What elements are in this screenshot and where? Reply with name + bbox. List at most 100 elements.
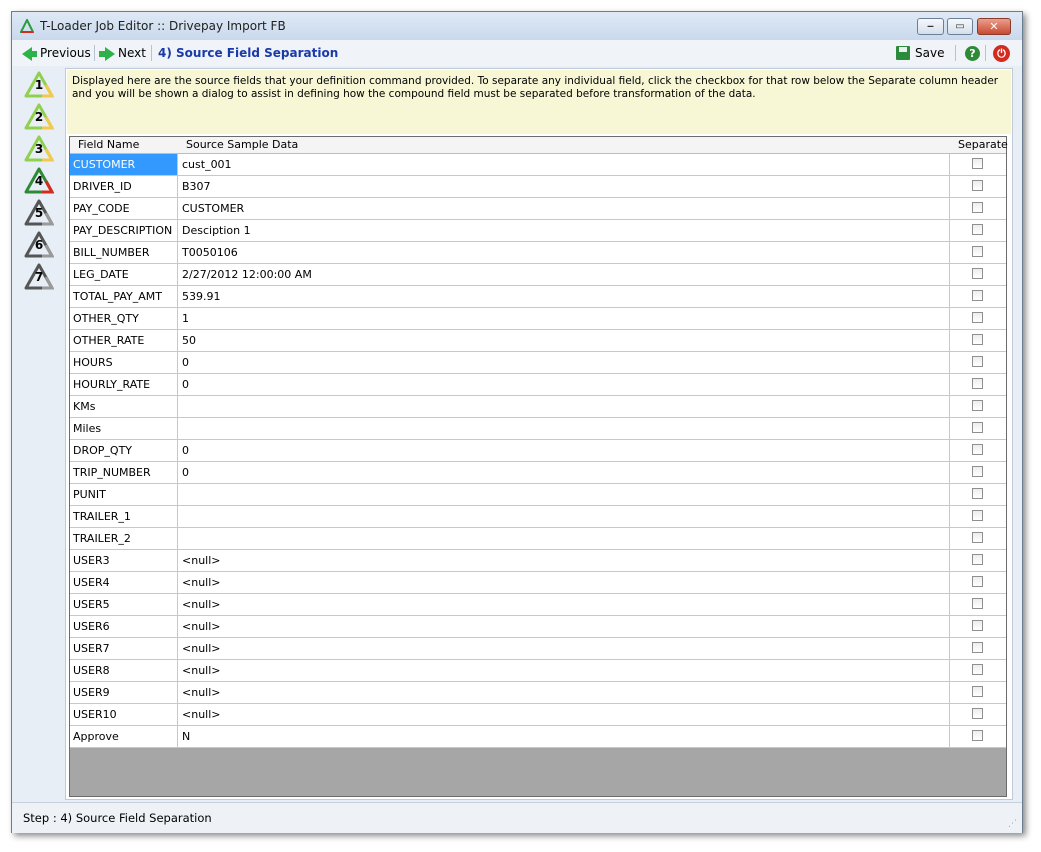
separate-checkbox[interactable] <box>972 312 983 323</box>
table-row[interactable]: USER4 <null> <box>70 572 1006 594</box>
sample-data-cell[interactable]: <null> <box>178 682 950 703</box>
field-name-cell[interactable]: PAY_DESCRIPTION <box>70 220 178 241</box>
save-button[interactable]: Save <box>915 45 944 61</box>
table-row[interactable]: LEG_DATE 2/27/2012 12:00:00 AM <box>70 264 1006 286</box>
table-row[interactable]: HOURLY_RATE 0 <box>70 374 1006 396</box>
field-name-cell[interactable]: BILL_NUMBER <box>70 242 178 263</box>
table-row[interactable]: USER3 <null> <box>70 550 1006 572</box>
sample-data-cell[interactable] <box>178 506 950 527</box>
field-name-cell[interactable]: TRAILER_1 <box>70 506 178 527</box>
field-name-cell[interactable]: USER8 <box>70 660 178 681</box>
separate-checkbox[interactable] <box>972 620 983 631</box>
sample-data-cell[interactable]: 0 <box>178 374 950 395</box>
field-name-cell[interactable]: TRAILER_2 <box>70 528 178 549</box>
separate-checkbox[interactable] <box>972 378 983 389</box>
field-name-cell[interactable]: OTHER_RATE <box>70 330 178 351</box>
sample-data-cell[interactable]: <null> <box>178 550 950 571</box>
field-name-cell[interactable]: USER10 <box>70 704 178 725</box>
field-name-cell[interactable]: TOTAL_PAY_AMT <box>70 286 178 307</box>
column-header-field-name[interactable]: Field Name <box>78 138 139 151</box>
table-row[interactable]: TOTAL_PAY_AMT 539.91 <box>70 286 1006 308</box>
field-name-cell[interactable]: Approve <box>70 726 178 747</box>
table-row[interactable]: BILL_NUMBER T0050106 <box>70 242 1006 264</box>
step-3-indicator[interactable]: 3 <box>24 135 54 162</box>
sample-data-cell[interactable]: N <box>178 726 950 747</box>
field-name-cell[interactable]: USER9 <box>70 682 178 703</box>
sample-data-cell[interactable]: 1 <box>178 308 950 329</box>
separate-checkbox[interactable] <box>972 730 983 741</box>
table-row[interactable]: CUSTOMER cust_001 <box>70 154 1006 176</box>
separate-checkbox[interactable] <box>972 466 983 477</box>
separate-checkbox[interactable] <box>972 576 983 587</box>
sample-data-cell[interactable]: <null> <box>178 616 950 637</box>
close-button[interactable]: ✕ <box>977 18 1011 35</box>
minimize-button[interactable]: ‒ <box>917 18 944 35</box>
separate-checkbox[interactable] <box>972 422 983 433</box>
separate-checkbox[interactable] <box>972 598 983 609</box>
previous-arrow-icon-tail[interactable] <box>31 51 37 57</box>
table-row[interactable]: USER8 <null> <box>70 660 1006 682</box>
column-header-separate[interactable]: Separate <box>958 138 1008 151</box>
sample-data-cell[interactable]: Desciption 1 <box>178 220 950 241</box>
table-row[interactable]: USER5 <null> <box>70 594 1006 616</box>
separate-checkbox[interactable] <box>972 202 983 213</box>
table-row[interactable]: USER6 <null> <box>70 616 1006 638</box>
table-row[interactable]: USER7 <null> <box>70 638 1006 660</box>
next-button[interactable]: Next <box>118 45 146 61</box>
sample-data-cell[interactable]: B307 <box>178 176 950 197</box>
table-row[interactable]: USER10 <null> <box>70 704 1006 726</box>
sample-data-cell[interactable]: CUSTOMER <box>178 198 950 219</box>
step-6-indicator[interactable]: 6 <box>24 231 54 258</box>
separate-checkbox[interactable] <box>972 268 983 279</box>
step-2-indicator[interactable]: 2 <box>24 103 54 130</box>
step-7-indicator[interactable]: 7 <box>24 263 54 290</box>
table-row[interactable]: TRAILER_1 <box>70 506 1006 528</box>
sample-data-cell[interactable] <box>178 418 950 439</box>
table-row[interactable]: OTHER_QTY 1 <box>70 308 1006 330</box>
sample-data-cell[interactable]: <null> <box>178 704 950 725</box>
table-row[interactable]: PAY_DESCRIPTION Desciption 1 <box>70 220 1006 242</box>
field-name-cell[interactable]: DRIVER_ID <box>70 176 178 197</box>
column-header-sample-data[interactable]: Source Sample Data <box>186 138 298 151</box>
table-row[interactable]: TRIP_NUMBER 0 <box>70 462 1006 484</box>
field-name-cell[interactable]: USER5 <box>70 594 178 615</box>
sample-data-cell[interactable]: <null> <box>178 572 950 593</box>
table-row[interactable]: DRIVER_ID B307 <box>70 176 1006 198</box>
separate-checkbox[interactable] <box>972 400 983 411</box>
title-bar[interactable]: T-Loader Job Editor :: Drivepay Import F… <box>12 12 1022 40</box>
field-name-cell[interactable]: Miles <box>70 418 178 439</box>
separate-checkbox[interactable] <box>972 334 983 345</box>
field-name-cell[interactable]: USER6 <box>70 616 178 637</box>
sample-data-cell[interactable] <box>178 396 950 417</box>
field-name-cell[interactable]: USER4 <box>70 572 178 593</box>
field-name-cell[interactable]: KMs <box>70 396 178 417</box>
sample-data-cell[interactable]: 0 <box>178 462 950 483</box>
step-4-indicator[interactable]: 4 <box>24 167 54 194</box>
sample-data-cell[interactable]: cust_001 <box>178 154 950 175</box>
sample-data-cell[interactable]: 2/27/2012 12:00:00 AM <box>178 264 950 285</box>
field-name-cell[interactable]: HOURS <box>70 352 178 373</box>
table-row[interactable]: HOURS 0 <box>70 352 1006 374</box>
field-name-cell[interactable]: USER3 <box>70 550 178 571</box>
field-name-cell[interactable]: HOURLY_RATE <box>70 374 178 395</box>
resize-grip-icon[interactable]: ⋰ <box>1008 819 1018 829</box>
table-row[interactable]: TRAILER_2 <box>70 528 1006 550</box>
sample-data-cell[interactable]: <null> <box>178 594 950 615</box>
separate-checkbox[interactable] <box>972 708 983 719</box>
separate-checkbox[interactable] <box>972 158 983 169</box>
separate-checkbox[interactable] <box>972 488 983 499</box>
separate-checkbox[interactable] <box>972 246 983 257</box>
table-row[interactable]: KMs <box>70 396 1006 418</box>
field-name-cell[interactable]: DROP_QTY <box>70 440 178 461</box>
table-row[interactable]: Approve N <box>70 726 1006 748</box>
table-row[interactable]: PUNIT <box>70 484 1006 506</box>
separate-checkbox[interactable] <box>972 686 983 697</box>
next-arrow-icon[interactable] <box>105 47 115 61</box>
table-row[interactable]: USER9 <null> <box>70 682 1006 704</box>
power-icon[interactable]: ⏻ <box>993 45 1010 62</box>
field-name-cell[interactable]: CUSTOMER <box>70 154 178 175</box>
field-name-cell[interactable]: USER7 <box>70 638 178 659</box>
sample-data-cell[interactable]: <null> <box>178 638 950 659</box>
sample-data-cell[interactable]: 0 <box>178 352 950 373</box>
previous-button[interactable]: Previous <box>40 45 91 61</box>
